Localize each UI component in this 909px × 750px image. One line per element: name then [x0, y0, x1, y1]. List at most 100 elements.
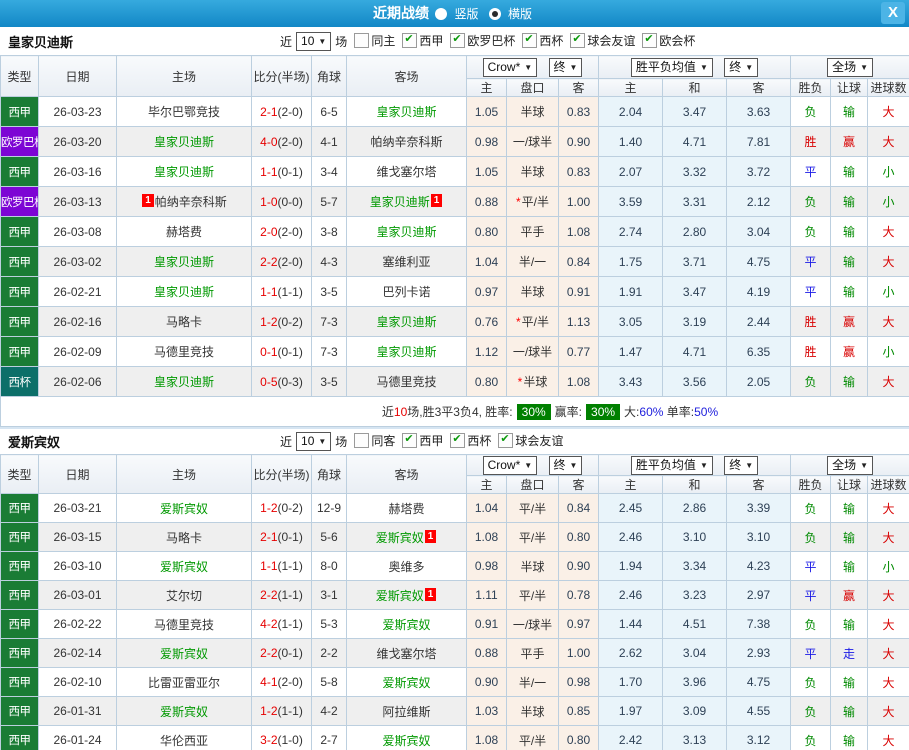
- avg-win-odds-cell: 2.46: [598, 522, 664, 552]
- away-team-name: 维戈塞尔塔: [376, 165, 437, 179]
- home-team-cell: 赫塔费: [116, 216, 252, 247]
- avg-type-select[interactable]: 胜平负均值 ▼: [630, 455, 713, 475]
- handicap-away-odds-cell: 1.13: [557, 306, 600, 337]
- result-cell: 平: [790, 276, 832, 307]
- filter-checkbox-5[interactable]: 欧会杯: [642, 32, 695, 49]
- handicap-time-select[interactable]: 终 ▼: [548, 57, 583, 77]
- halftime-score: (1-1): [277, 617, 303, 631]
- chevron-down-icon: ▼: [318, 36, 327, 46]
- handicap-time-select[interactable]: 终 ▼: [548, 455, 583, 475]
- sub-header-avg-lose: 客: [726, 475, 792, 494]
- halftime-score: (1-0): [277, 733, 303, 747]
- filter-checkbox-3[interactable]: 西杯: [522, 32, 563, 49]
- filter-checkbox-3[interactable]: 球会友谊: [498, 432, 563, 449]
- date-cell: 26-01-24: [38, 725, 117, 750]
- score-cell: 1-1(0-1): [251, 156, 312, 187]
- handicap-home-odds-cell: 0.88: [466, 186, 507, 217]
- sub-header-handicap-home: 主: [466, 475, 507, 494]
- avg-time-select[interactable]: 终 ▼: [724, 455, 759, 475]
- handicap-home-odds-cell: 1.11: [466, 580, 507, 610]
- match-row: 西杯 26-02-06 皇家贝迪斯 0-5(0-3) 3-5 马德里竞技 0.80 *半球 1.…: [0, 366, 909, 397]
- avg-type-select[interactable]: 胜平负均值 ▼: [630, 57, 713, 77]
- letgoal-result-cell: 输: [830, 96, 869, 127]
- red-card-badge: 1: [142, 194, 154, 207]
- horizontal-label[interactable]: 横版: [508, 7, 532, 21]
- result-cell: 平: [790, 580, 832, 610]
- corner-cell: 2-2: [311, 638, 347, 668]
- filter-checkbox-0[interactable]: 同客: [354, 432, 395, 449]
- away-team-cell: 维戈塞尔塔: [346, 156, 467, 187]
- chevron-down-icon: ▼: [318, 437, 327, 446]
- filter-checkbox-4[interactable]: 球会友谊: [570, 32, 635, 49]
- bookmaker-select[interactable]: Crow* ▼: [482, 455, 538, 475]
- away-team-cell: 爱斯宾奴 1: [346, 522, 467, 552]
- scope-select[interactable]: 全场 ▼: [827, 455, 873, 475]
- filter-checkbox-2[interactable]: 西杯: [450, 432, 491, 449]
- score-cell: 2-2(0-1): [251, 638, 312, 668]
- match-row: 西甲 26-02-14 爱斯宾奴 2-2(0-1) 2-2 维戈塞尔塔 0.88 平手 1.00…: [0, 638, 909, 668]
- sub-header-avg-lose: 客: [726, 78, 792, 97]
- sub-header-handicap-home: 主: [466, 78, 507, 97]
- goals-result-cell: 大: [867, 522, 909, 552]
- filter-checkbox-1[interactable]: 西甲: [402, 32, 443, 49]
- home-team-cell: 艾尔切: [116, 580, 252, 610]
- summary-count: 10: [393, 405, 408, 419]
- score-cell: 1-2(0-2): [251, 493, 312, 523]
- avg-lose-odds-cell: 2.93: [726, 638, 792, 668]
- match-count-select[interactable]: 10 ▼: [296, 432, 332, 451]
- close-button[interactable]: X: [881, 2, 905, 24]
- avg-time-select[interactable]: 终 ▼: [724, 57, 759, 77]
- filter-checkbox-1[interactable]: 西甲: [402, 432, 443, 449]
- fulltime-score: 0-5: [260, 374, 278, 389]
- layout-radio-horizontal[interactable]: [488, 8, 501, 20]
- handicap-away-odds-cell: 1.08: [557, 216, 600, 247]
- result-cell: 负: [790, 96, 832, 127]
- handicap-cell: 平/半: [506, 522, 559, 552]
- handicap-home-odds-cell: 0.98: [466, 551, 507, 581]
- handicap-cell: 一/球半: [506, 609, 559, 639]
- summary-text: 近: [381, 405, 394, 419]
- checkbox-icon: [450, 432, 466, 448]
- halftime-score: (0-3): [277, 374, 303, 389]
- result-cell: 平: [790, 638, 832, 668]
- goals-result-cell: 小: [867, 276, 909, 307]
- sub-header-avg-draw: 和: [662, 78, 728, 97]
- checkbox-icon: [642, 32, 658, 48]
- summary-row: 近10场,胜3平3负4, 胜率: 30% 赢率: 30% 大:60% 单率:50%: [0, 396, 909, 427]
- goals-result-cell: 大: [867, 306, 909, 337]
- type-cell: 西甲: [0, 551, 39, 581]
- type-cell: 西甲: [0, 336, 39, 367]
- scope-select[interactable]: 全场 ▼: [827, 57, 873, 77]
- home-team-name: 马德里竞技: [153, 345, 214, 359]
- result-cell: 负: [790, 609, 832, 639]
- home-team-name: 爱斯宾奴: [159, 501, 208, 516]
- fulltime-score: 0-1: [260, 344, 278, 359]
- handicap-home-odds-cell: 0.76: [466, 306, 507, 337]
- handicap-cell: 一/球半: [506, 336, 559, 367]
- filter-checkbox-0[interactable]: 同主: [354, 32, 395, 49]
- bookmaker-select[interactable]: Crow* ▼: [482, 57, 538, 77]
- match-row: 西甲 26-03-15 马略卡 2-1(0-1) 5-6 爱斯宾奴 1 1.08 平/半 0.80…: [0, 522, 909, 552]
- filter-checkbox-2[interactable]: 欧罗巴杯: [450, 32, 515, 49]
- handicap-away-odds-cell: 0.84: [557, 246, 600, 277]
- fulltime-score: 1-0: [260, 194, 278, 209]
- checkbox-icon: [570, 32, 586, 48]
- match-count-select[interactable]: 10 ▼: [296, 31, 332, 51]
- fulltime-score: 4-0: [260, 134, 278, 149]
- home-team-cell: 皇家贝迪斯: [116, 366, 252, 397]
- avg-draw-odds-cell: 3.47: [662, 96, 728, 127]
- corner-cell: 7-3: [311, 336, 347, 367]
- type-cell: 西甲: [0, 609, 39, 639]
- layout-radio-vertical[interactable]: [435, 8, 448, 20]
- handicap-home-odds-cell: 1.05: [466, 156, 507, 187]
- col-header-score: 比分(半场): [251, 454, 312, 494]
- fulltime-score: 2-1: [260, 104, 278, 119]
- vertical-label[interactable]: 竖版: [454, 7, 478, 21]
- away-team-cell: 塞维利亚: [346, 246, 467, 277]
- goals-result-cell: 小: [867, 156, 909, 187]
- col-header-score: 比分(半场): [251, 55, 312, 97]
- corner-cell: 3-1: [311, 580, 347, 610]
- letgoal-result-cell: 走: [830, 638, 869, 668]
- goals-result-cell: 小: [867, 551, 909, 581]
- col-header-away: 客场: [346, 55, 467, 97]
